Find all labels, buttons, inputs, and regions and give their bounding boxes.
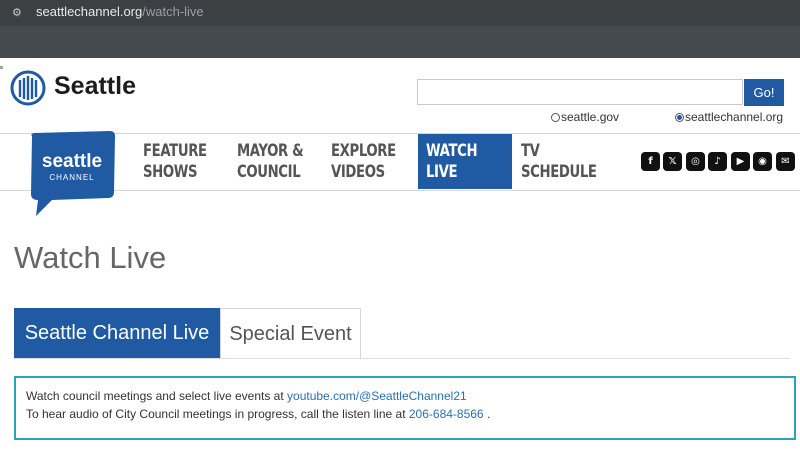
logo-text-channel: CHANNEL bbox=[49, 173, 94, 182]
x-icon[interactable]: 𝕏 bbox=[663, 152, 682, 171]
seattle-seal-icon[interactable] bbox=[10, 70, 46, 106]
info-box: Watch council meetings and select live e… bbox=[14, 376, 796, 440]
page-title: Watch Live bbox=[14, 240, 167, 275]
tab-seattle-channel-live[interactable]: Seattle Channel Live bbox=[14, 308, 220, 358]
url-text[interactable]: seattlechannel.org/watch-live bbox=[36, 4, 204, 19]
nav-tv-schedule[interactable]: TV SCHEDULE bbox=[521, 141, 597, 183]
nav-feature-shows[interactable]: FEATURE SHOWS bbox=[143, 141, 207, 183]
tab-special-event[interactable]: Special Event bbox=[220, 308, 361, 358]
search-input[interactable] bbox=[417, 79, 743, 105]
nav-explore-videos[interactable]: EXPLORE VIDEOS bbox=[331, 141, 396, 183]
scope-radio-seattlechannel[interactable]: seattlechannel.org bbox=[675, 110, 783, 124]
site-settings-icon[interactable]: ⚙ bbox=[12, 6, 26, 20]
podcast-icon[interactable]: ◉ bbox=[753, 152, 772, 171]
instagram-icon[interactable]: ◎ bbox=[686, 152, 705, 171]
info-line-1: Watch council meetings and select live e… bbox=[26, 389, 467, 403]
browser-address-bar[interactable]: ⚙ seattlechannel.org/watch-live bbox=[0, 0, 800, 26]
tiktok-icon[interactable]: ♪ bbox=[708, 152, 727, 171]
radio-circle[interactable] bbox=[551, 113, 560, 122]
seattle-brand[interactable]: Seattle bbox=[54, 72, 136, 101]
listen-line-phone-link[interactable]: 206-684-8566 bbox=[409, 407, 484, 421]
nav-mayor-council[interactable]: MAYOR & COUNCIL bbox=[237, 141, 304, 183]
scope-radio-seattle-gov[interactable]: seattle.gov bbox=[551, 110, 619, 124]
nav-watch-live[interactable]: WATCH LIVE bbox=[426, 141, 478, 183]
tab-divider bbox=[14, 358, 790, 359]
browser-toolbar bbox=[0, 26, 800, 69]
youtube-link[interactable]: youtube.com/@SeattleChannel21 bbox=[287, 389, 467, 403]
youtube-icon[interactable]: ▶ bbox=[731, 152, 750, 171]
seattle-channel-logo[interactable]: seattle CHANNEL bbox=[26, 130, 116, 216]
search-go-button[interactable]: Go! bbox=[744, 79, 784, 106]
email-icon[interactable]: ✉ bbox=[776, 152, 795, 171]
facebook-icon[interactable]: f bbox=[641, 152, 660, 171]
radio-circle-checked[interactable] bbox=[675, 113, 684, 122]
logo-text-seattle: seattle bbox=[42, 151, 102, 172]
info-line-2: To hear audio of City Council meetings i… bbox=[26, 407, 491, 421]
